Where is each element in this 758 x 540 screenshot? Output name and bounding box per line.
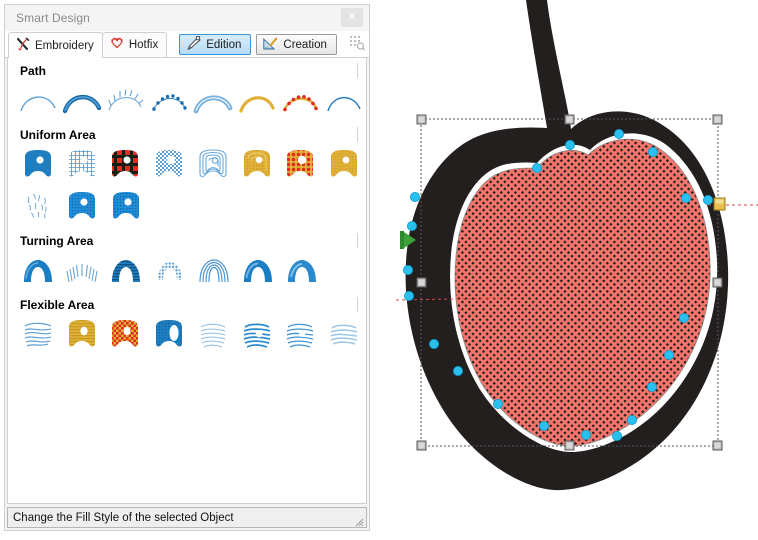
tab-strip: Embroidery Hotfix Edition Creation — [5, 31, 369, 58]
stitch-path-running[interactable] — [16, 80, 60, 122]
stitch-path-bead[interactable] — [147, 80, 191, 122]
fill-flex-wave[interactable] — [16, 314, 60, 356]
fill-turning-smooth-a[interactable] — [236, 250, 280, 292]
fill-uniform-grid[interactable] — [60, 144, 104, 186]
status-bar: Change the Fill Style of the selected Ob… — [7, 507, 367, 528]
fill-flex-red-wave[interactable] — [104, 314, 148, 356]
tab-hotfix-label: Hotfix — [128, 39, 159, 51]
selection-handle[interactable] — [416, 440, 427, 451]
group-flexible-area-title: Flexible Area — [20, 298, 95, 312]
grid-zoom-icon[interactable] — [348, 34, 366, 52]
needle-thread-icon — [15, 37, 31, 55]
selection-handle[interactable] — [564, 114, 575, 125]
mode-button-group: Edition Creation — [179, 34, 366, 55]
group-path-row-0 — [8, 80, 366, 122]
resize-grip-icon[interactable] — [352, 514, 364, 527]
fill-turning-spray[interactable] — [60, 250, 104, 292]
button-edition-label: Edition — [206, 38, 242, 51]
tab-embroidery[interactable]: Embroidery — [8, 32, 103, 58]
ruler-pencil-icon — [262, 36, 279, 54]
group-uniform-area-title: Uniform Area — [20, 128, 96, 142]
fill-uniform-gold-solid[interactable] — [322, 144, 366, 186]
selection-handle[interactable] — [712, 114, 723, 125]
group-path-title: Path — [20, 64, 47, 78]
group-turning-area-row-0 — [8, 250, 366, 292]
button-edition[interactable]: Edition — [179, 34, 252, 55]
dotted-heart-icon — [109, 36, 125, 54]
group-flexible-area-row-0 — [8, 314, 366, 356]
tab-embroidery-label: Embroidery — [35, 39, 94, 52]
app-window: Smart Design ✕ Embroidery Hotfix Edition… — [0, 0, 758, 540]
selection-handle-group — [416, 114, 723, 451]
stitch-path-gold-satin[interactable] — [235, 80, 279, 122]
fill-turning-smooth-b[interactable] — [280, 250, 324, 292]
fill-flex-solid[interactable] — [147, 314, 191, 356]
fill-uniform-scatter[interactable] — [16, 186, 60, 228]
fill-uniform-solid[interactable] — [16, 144, 60, 186]
fill-turning-satin[interactable] — [16, 250, 60, 292]
fill-uniform-gold-contour[interactable] — [235, 144, 279, 186]
selection-handle[interactable] — [416, 114, 427, 125]
group-path-rule — [357, 63, 358, 78]
group-turning-area-title: Turning Area — [20, 234, 94, 248]
stitch-path-thin-blue[interactable] — [322, 80, 366, 122]
group-flexible-area: Flexible Area — [8, 292, 366, 356]
design-canvas[interactable] — [374, 0, 758, 540]
stitch-style-list[interactable]: Path Uniform Area Turning Area Flexible … — [7, 58, 367, 504]
selection-handle[interactable] — [564, 440, 575, 451]
close-icon[interactable]: ✕ — [341, 8, 363, 27]
stitch-path-satin[interactable] — [60, 80, 104, 122]
group-turning-area-rule — [357, 233, 358, 248]
pen-nib-icon — [185, 35, 202, 54]
selection-handle[interactable] — [712, 440, 723, 451]
fill-flex-blue-wave[interactable] — [235, 314, 279, 356]
group-uniform-area-rule — [357, 127, 358, 142]
button-creation-label: Creation — [283, 38, 327, 51]
stitch-path-double-satin[interactable] — [191, 80, 235, 122]
fill-uniform-plaid[interactable] — [104, 144, 148, 186]
status-message: Change the Fill Style of the selected Ob… — [13, 511, 234, 524]
group-uniform-area-row-0 — [8, 144, 366, 186]
fill-turning-contour[interactable] — [192, 250, 236, 292]
group-uniform-area-row-1 — [8, 186, 366, 228]
selection-handle[interactable] — [416, 277, 427, 288]
tab-hotfix[interactable]: Hotfix — [101, 32, 168, 57]
group-turning-area: Turning Area — [8, 228, 366, 292]
fill-uniform-checker[interactable] — [147, 144, 191, 186]
fill-uniform-dense-a[interactable] — [60, 186, 104, 228]
fill-uniform-contour[interactable] — [191, 144, 235, 186]
group-uniform-area: Uniform Area — [8, 122, 366, 228]
group-path: Path — [8, 58, 366, 122]
panel-title-bar: Smart Design ✕ — [5, 5, 369, 31]
group-flexible-area-rule — [357, 297, 358, 312]
fill-flex-pale-wave[interactable] — [322, 314, 366, 356]
stitch-path-red-bead[interactable] — [279, 80, 323, 122]
fill-flex-light-wave[interactable] — [191, 314, 235, 356]
fill-uniform-dense-b[interactable] — [104, 186, 148, 228]
fill-turning-ridged[interactable] — [104, 250, 148, 292]
fill-flex-blue-wave2[interactable] — [279, 314, 323, 356]
panel-title: Smart Design — [16, 11, 90, 25]
fill-turning-dotted[interactable] — [148, 250, 192, 292]
smart-design-panel: Smart Design ✕ Embroidery Hotfix Edition… — [4, 4, 370, 531]
fill-flex-gold-wave[interactable] — [60, 314, 104, 356]
button-creation[interactable]: Creation — [256, 34, 337, 55]
selection-handle[interactable] — [712, 277, 723, 288]
fill-uniform-red-speckle[interactable] — [279, 144, 323, 186]
stitch-path-comb[interactable] — [104, 80, 148, 122]
